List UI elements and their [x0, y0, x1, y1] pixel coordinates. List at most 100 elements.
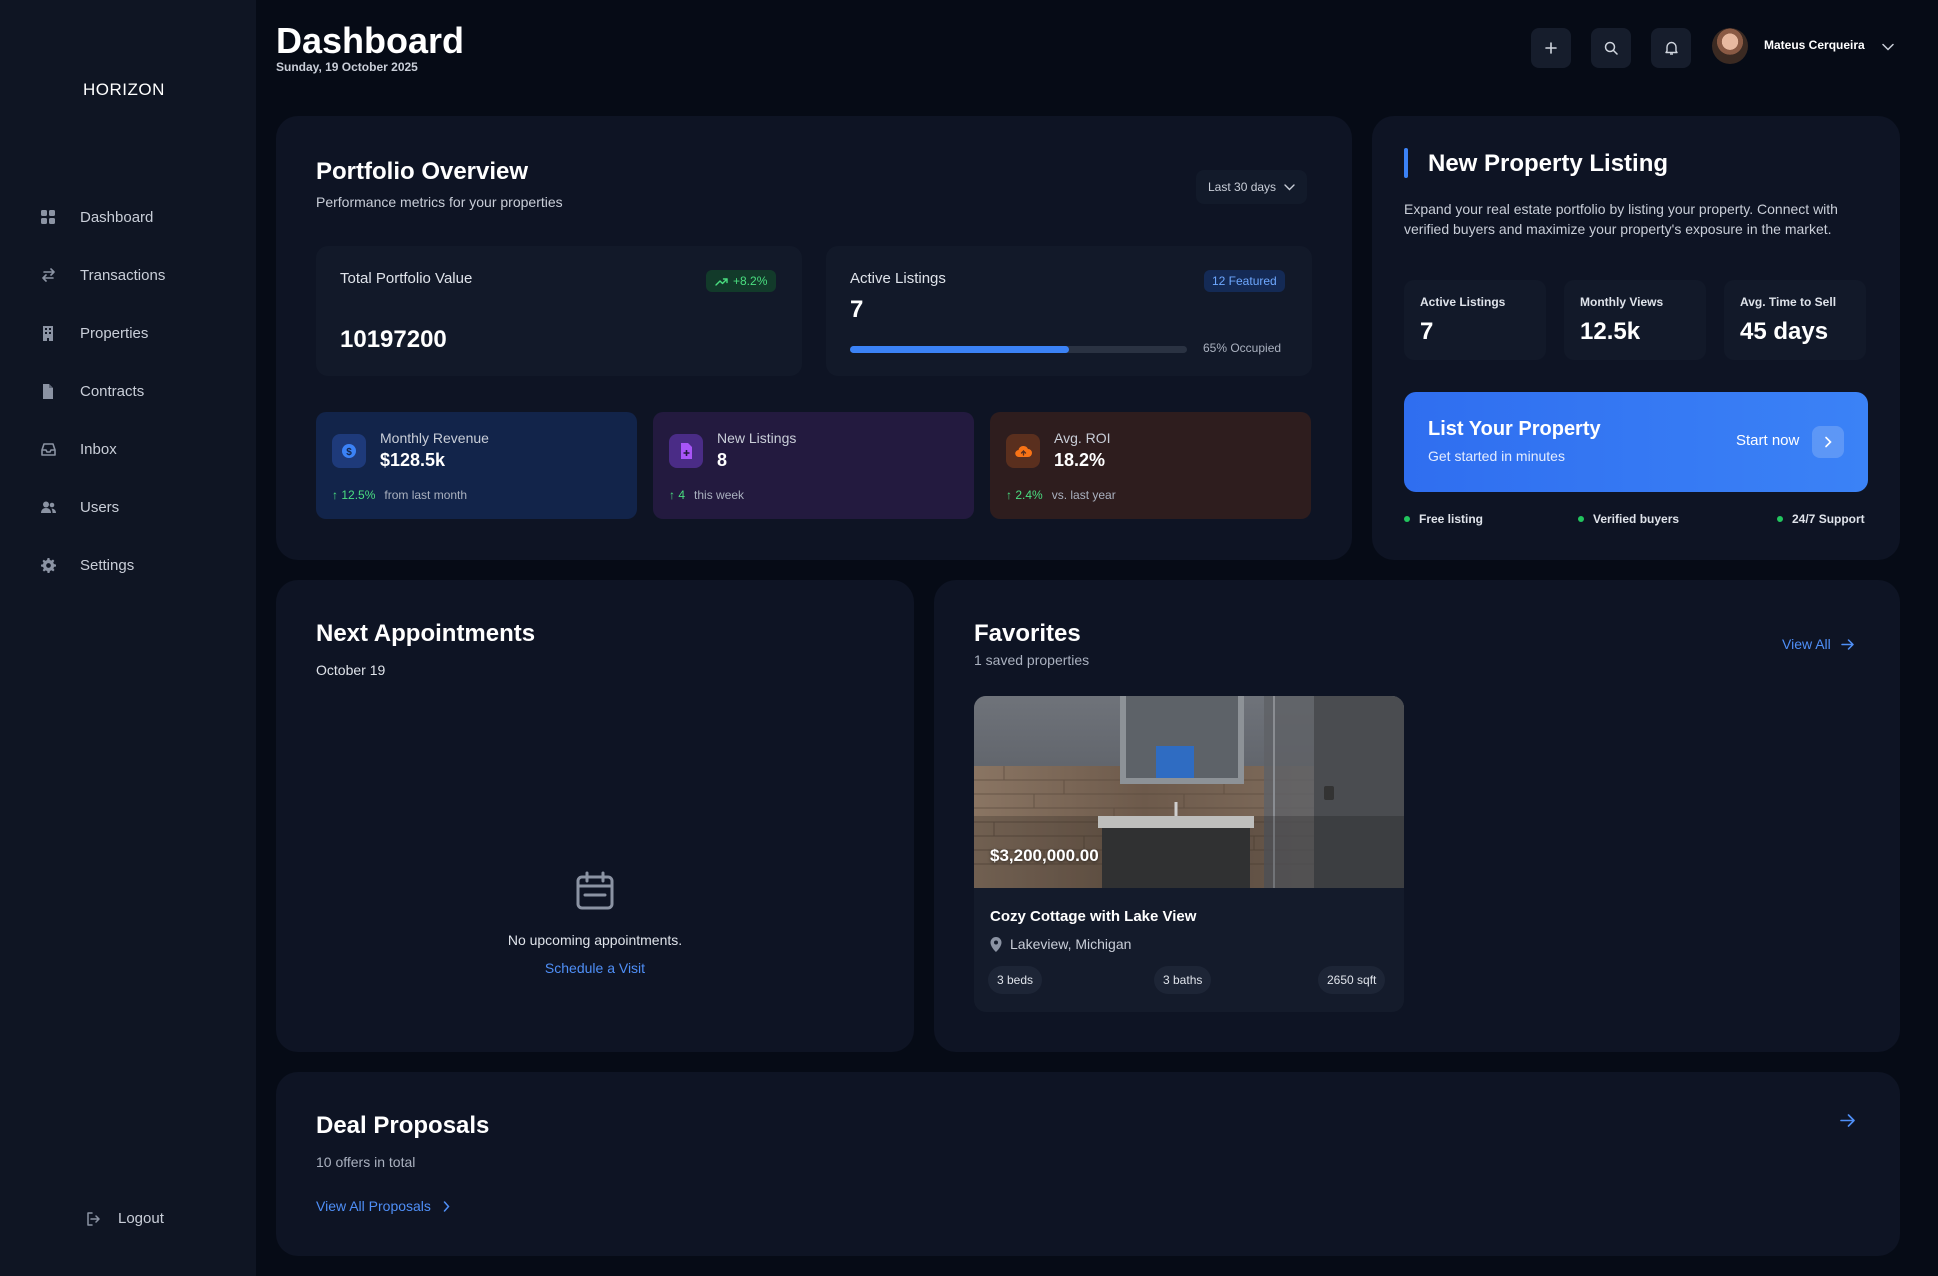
svg-text:$: $: [346, 447, 352, 458]
stat-value: 7: [1420, 318, 1434, 345]
gear-icon: [40, 557, 56, 573]
sidebar-item-label: Properties: [80, 324, 149, 342]
feature-free-listing: Free listing: [1404, 512, 1483, 526]
arrow-right-icon[interactable]: [1840, 1114, 1855, 1127]
sidebar-item-label: Settings: [80, 556, 135, 574]
monthly-revenue-card[interactable]: $ Monthly Revenue $128.5k ↑ 12.5% from l…: [316, 412, 637, 519]
accent-bar: [1404, 148, 1408, 178]
user-name[interactable]: Mateus Cerqueira: [1764, 38, 1865, 52]
total-value-change: +8.2%: [733, 274, 768, 288]
trend-up-icon: [715, 277, 728, 286]
logout-icon: [86, 1211, 100, 1226]
metric-change: ↑ 2.4%: [1006, 488, 1043, 502]
plus-icon: [1545, 42, 1557, 54]
cta-title: List Your Property: [1428, 418, 1601, 440]
status-dot: [1404, 516, 1410, 522]
status-dot: [1578, 516, 1584, 522]
empty-appointments-text: No upcoming appointments.: [507, 932, 683, 948]
new-listings-card[interactable]: New Listings 8 ↑ 4 this week: [653, 412, 974, 519]
feature-label: Free listing: [1419, 512, 1484, 526]
active-listings-label: Active Listings: [850, 270, 946, 287]
metric-value: 8: [717, 450, 728, 470]
metric-label: New Listings: [717, 430, 797, 446]
sidebar-item-properties[interactable]: Properties: [0, 304, 256, 362]
active-listings-value: 7: [850, 296, 864, 323]
sidebar-item-users[interactable]: Users: [0, 478, 256, 536]
date-range-value: Last 30 days: [1208, 180, 1277, 194]
favorites-subtitle: 1 saved properties: [974, 652, 1090, 668]
page-date: Sunday, 19 October 2025: [276, 60, 418, 74]
sidebar-item-label: Inbox: [80, 440, 117, 458]
chevron-down-icon[interactable]: [1882, 38, 1894, 56]
sidebar-item-contracts[interactable]: Contracts: [0, 362, 256, 420]
swap-icon: [40, 267, 56, 283]
date-range-select[interactable]: Last 30 days: [1196, 170, 1308, 204]
total-value-change-badge: +8.2%: [706, 270, 777, 292]
occupancy-progress-fill: [850, 346, 1070, 353]
page-title: Dashboard: [276, 20, 465, 61]
app-root: HORIZON Dashboard Transactions Propertie…: [0, 0, 1938, 1276]
feature-verified-buyers: Verified buyers: [1578, 512, 1679, 526]
stat-label: Active Listings: [1420, 295, 1506, 309]
appointments-date: October 19: [316, 662, 386, 678]
new-listing-title: New Property Listing: [1428, 150, 1669, 177]
avatar[interactable]: [1712, 28, 1748, 64]
deal-proposals-card: Deal Proposals 10 offers in total View A…: [276, 1072, 1900, 1256]
total-value: 10197200: [340, 326, 447, 353]
logo-text: HORIZON: [83, 80, 165, 99]
sidebar-item-inbox[interactable]: Inbox: [0, 420, 256, 478]
feature-label: 24/7 Support: [1792, 512, 1865, 526]
calendar-icon: [574, 870, 616, 917]
metric-footer: ↑ 2.4% vs. last year: [1006, 488, 1116, 502]
cloud-upload-icon: [1006, 434, 1040, 468]
sidebar-item-label: Dashboard: [80, 208, 154, 226]
occupancy-progress-bar: [850, 346, 1187, 353]
metric-note: this week: [694, 488, 745, 502]
metric-change-value: 2.4%: [1015, 488, 1043, 502]
list-your-property-button[interactable]: List Your Property Get started in minute…: [1404, 392, 1868, 492]
total-portfolio-value-box: Total Portfolio Value +8.2% 10197200: [316, 246, 802, 376]
beds-chip: 3 beds: [988, 966, 1043, 994]
sqft-chip: 2650 sqft: [1318, 966, 1386, 994]
logo[interactable]: HORIZON: [83, 80, 165, 100]
notifications-button[interactable]: [1651, 28, 1691, 68]
add-button[interactable]: [1531, 28, 1571, 68]
property-card[interactable]: $3,200,000.00 Cozy Cottage with Lake Vie…: [974, 696, 1404, 1012]
metric-value: 18.2%: [1054, 450, 1106, 470]
metric-label: Avg. ROI: [1054, 430, 1111, 446]
sidebar-item-settings[interactable]: Settings: [0, 536, 256, 594]
sidebar-item-label: Contracts: [80, 382, 145, 400]
cta-subtitle: Get started in minutes: [1428, 448, 1565, 464]
logout-button[interactable]: Logout: [86, 1210, 164, 1227]
appointments-card: Next Appointments October 19 No upcoming…: [276, 580, 914, 1052]
dollar-icon: $: [332, 434, 366, 468]
chevron-down-icon: [1284, 183, 1295, 191]
view-all-proposals-link[interactable]: View All Proposals: [316, 1198, 450, 1214]
logout-label: Logout: [118, 1210, 164, 1227]
deal-proposals-title: Deal Proposals: [316, 1112, 490, 1139]
metric-note: from last month: [384, 488, 468, 502]
search-button[interactable]: [1591, 28, 1631, 68]
deal-proposals-subtitle: 10 offers in total: [316, 1154, 416, 1170]
property-location-text: Lakeview, Michigan: [1010, 936, 1132, 952]
bell-icon: [1664, 41, 1678, 55]
view-all-link[interactable]: View All: [1782, 636, 1854, 652]
new-property-listing-card: New Property Listing Expand your real es…: [1372, 116, 1900, 560]
sidebar-item-dashboard[interactable]: Dashboard: [0, 188, 256, 246]
stat-active-listings: Active Listings 7: [1404, 280, 1546, 360]
inbox-icon: [40, 441, 56, 457]
metric-change: ↑ 12.5%: [332, 488, 375, 502]
total-value-label: Total Portfolio Value: [340, 270, 473, 287]
sidebar-item-transactions[interactable]: Transactions: [0, 246, 256, 304]
schedule-visit-link[interactable]: Schedule a Visit: [276, 960, 914, 976]
baths-chip: 3 baths: [1154, 966, 1212, 994]
new-listing-description: Expand your real estate portfolio by lis…: [1404, 201, 1838, 237]
active-listings-box: Active Listings 12 Featured 7 65% Occupi…: [826, 246, 1312, 376]
portfolio-subtitle: Performance metrics for your properties: [316, 194, 563, 210]
users-icon: [40, 499, 56, 515]
metric-change: ↑ 4: [669, 488, 685, 502]
metric-footer: ↑ 4 this week: [669, 488, 744, 502]
stat-value: 12.5k: [1580, 318, 1641, 345]
avg-roi-card[interactable]: Avg. ROI 18.2% ↑ 2.4% vs. last year: [990, 412, 1311, 519]
feature-label: Verified buyers: [1593, 512, 1680, 526]
